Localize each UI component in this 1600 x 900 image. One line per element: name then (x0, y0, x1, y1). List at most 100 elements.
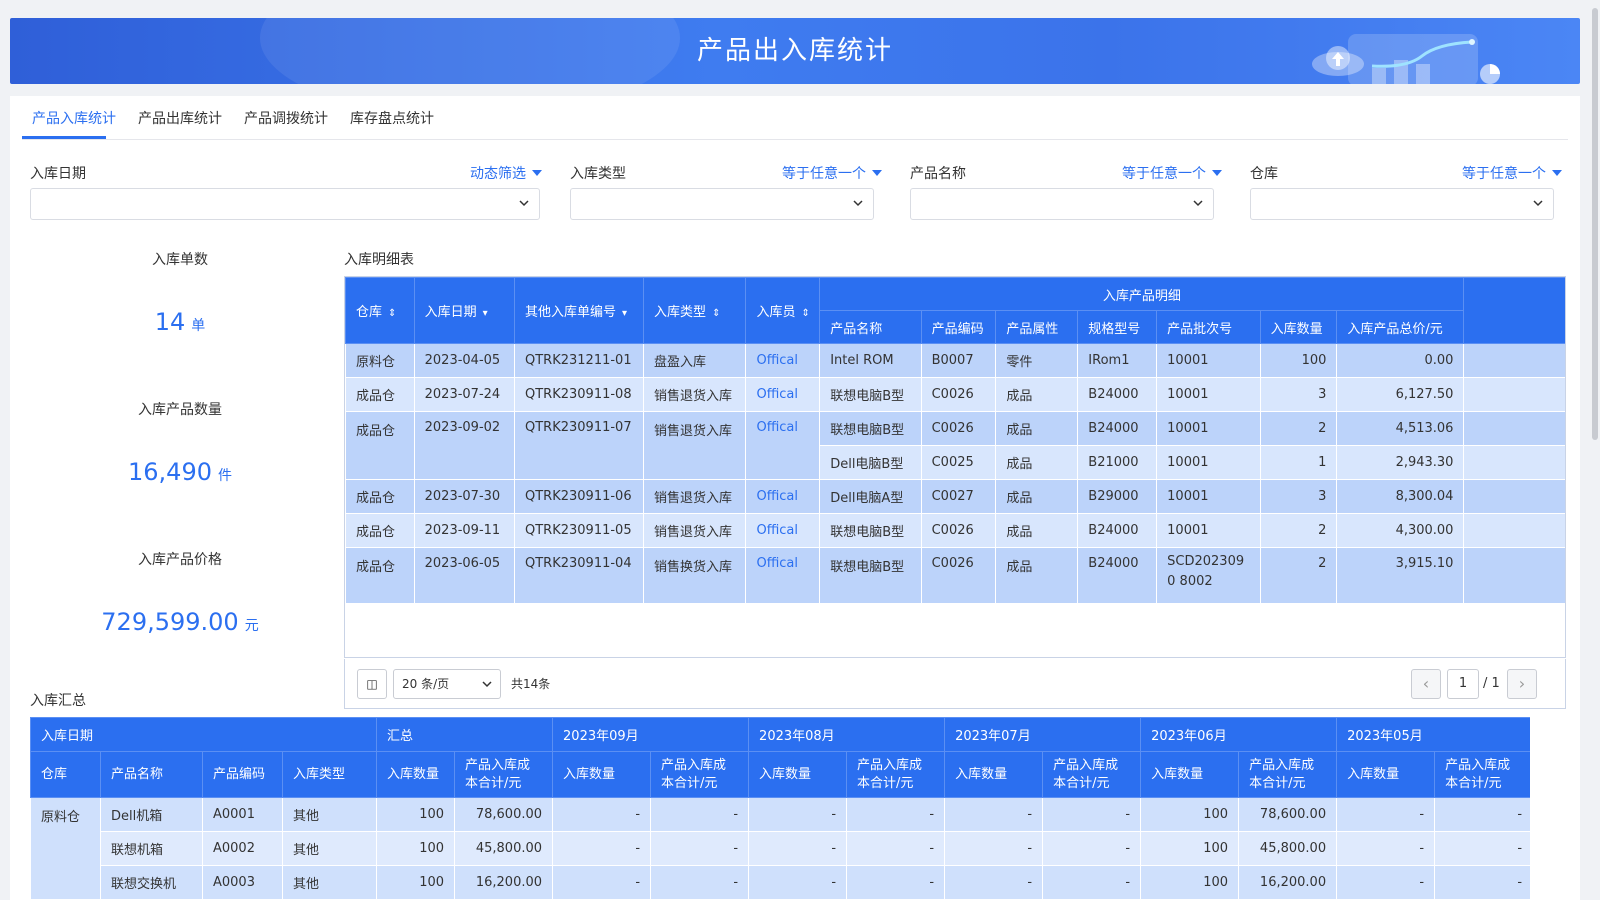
cell-product-code: C0026 (920, 411, 997, 446)
cell-product-attribute: 成品 (995, 513, 1079, 548)
summary-cell: - (1042, 831, 1142, 866)
table-row[interactable]: 成品仓 2023-09-11 QTRK230911-05 销售退货入库 Offi… (345, 513, 1565, 548)
summary-cell: - (552, 831, 652, 866)
column-header-inbound-date[interactable]: 入库日期 ▾ (413, 277, 516, 344)
table-row[interactable]: 成品仓 2023-06-05 QTRK230911-04 销售换货入库 Offi… (345, 547, 1565, 604)
filter-label-warehouse: 仓库 (1250, 166, 1278, 182)
summary-header-month: 2023年05月 (1336, 717, 1530, 752)
tab-inventory-count-stats[interactable]: 库存盘点统计 (350, 108, 434, 128)
cell-total-price: 4,300.00 (1336, 513, 1465, 548)
filter-mode-product-name[interactable]: 等于任意一个 (1122, 163, 1222, 183)
summary-cell: 100 (376, 865, 456, 900)
cell-operator-link[interactable]: Offical (745, 513, 821, 548)
cell-inbound-date: 2023-09-02 (413, 411, 516, 480)
column-header-warehouse[interactable]: 仓库 ⇕ (345, 277, 415, 344)
summary-header-quantity: 入库数量 (552, 751, 652, 798)
caret-down-icon (872, 170, 882, 176)
kpi-label-inbound-orders: 入库单数 (152, 252, 208, 268)
summary-cell: A0003 (202, 865, 283, 900)
table-row[interactable]: 成品仓 2023-09-02 QTRK230911-07 销售退货入库 Offi… (345, 411, 1565, 480)
summary-header-month: 2023年09月 (552, 717, 750, 752)
cell-blank (1463, 343, 1565, 378)
tab-outbound-stats[interactable]: 产品出库统计 (138, 108, 222, 128)
summary-cell: - (748, 831, 848, 866)
column-header-spec-model[interactable]: 规格型号 (1077, 310, 1158, 344)
cell-inbound-date: 2023-07-24 (413, 377, 516, 412)
next-page-button[interactable]: › (1507, 669, 1537, 699)
summary-row[interactable]: 原料仓 Dell机箱 A0001 其他 100 78,600.00- - - - - -100 78,… (30, 797, 1530, 900)
sort-icon[interactable]: ⇕ (388, 308, 396, 319)
summary-header-product-code: 产品编码 (202, 751, 283, 798)
summary-cell: A0002 (202, 831, 283, 866)
page-number-input[interactable]: 1 (1447, 669, 1479, 699)
cell-operator-link[interactable]: Offical (745, 377, 821, 412)
summary-table-title: 入库汇总 (30, 693, 86, 709)
cell-inbound-type: 销售退货入库 (643, 377, 747, 412)
page-size-select[interactable]: 20 条/页 (393, 669, 501, 699)
table-row[interactable]: 原料仓 2023-04-05 QTRK231211-01 盘盈入库 Offica… (345, 343, 1565, 378)
summary-header-month: 2023年08月 (748, 717, 946, 752)
cell-operator-link[interactable]: Offical (745, 547, 821, 604)
summary-cell: - (1336, 797, 1436, 832)
column-header-batch-number[interactable]: 产品批次号 (1156, 310, 1261, 344)
column-header-product-attribute[interactable]: 产品属性 (995, 310, 1079, 344)
cell-spec-model: B24000 (1077, 547, 1158, 604)
summary-header-cost: 产品入库成本合计/元 (1238, 751, 1338, 798)
cell-total-price: 6,127.50 (1336, 377, 1465, 412)
summary-row[interactable]: 联想交换机 A0003 其他 100 16,200.00- - - - - -100 16,200.… (31, 865, 1530, 900)
cell-product-name: 联想电脑B型 (819, 547, 922, 604)
summary-cell: - (1042, 865, 1142, 900)
column-header-operator[interactable]: 入库员 ⇕ (745, 277, 821, 344)
tab-transfer-stats[interactable]: 产品调拨统计 (244, 108, 328, 128)
filter-select-date[interactable] (30, 188, 540, 220)
sort-icon[interactable]: ⇕ (801, 308, 809, 319)
cell-blank (1463, 547, 1565, 604)
cell-product-attribute: 成品 (995, 547, 1079, 604)
sort-desc-icon[interactable]: ▾ (483, 308, 488, 319)
prev-page-button[interactable]: ‹ (1411, 669, 1441, 699)
cell-operator-link[interactable]: Offical (745, 479, 821, 514)
filter-label-inbound-type: 入库类型 (570, 166, 626, 182)
table-row[interactable]: 成品仓 2023-07-30 QTRK230911-06 销售退货入库 Offi… (345, 479, 1565, 514)
column-header-total-price[interactable]: 入库产品总价/元 (1336, 310, 1465, 344)
table-row[interactable]: 成品仓 2023-07-24 QTRK230911-08 销售退货入库 Offi… (345, 377, 1565, 412)
filter-label-product-name: 产品名称 (910, 166, 966, 182)
tab-inbound-stats[interactable]: 产品入库统计 (32, 108, 116, 128)
summary-row[interactable]: 联想机箱 A0002 其他 100 45,800.00- - - - - -100 45,800.0… (31, 831, 1530, 866)
cell-quantity: 2 (1259, 513, 1338, 548)
column-header-inbound-type[interactable]: 入库类型 ⇕ (643, 277, 747, 344)
filter-mode-inbound-type[interactable]: 等于任意一个 (782, 163, 882, 183)
summary-cell: - (846, 831, 946, 866)
summary-cell: - (944, 797, 1044, 832)
cell-operator-link[interactable]: Offical (745, 411, 821, 480)
kpi-value-inbound-quantity: 16,490 件 (128, 458, 232, 486)
cell-spec-model: B21000 (1077, 445, 1158, 480)
column-header-quantity[interactable]: 入库数量 (1259, 310, 1338, 344)
summary-cell: - (1434, 865, 1530, 900)
cell-warehouse: 成品仓 (345, 479, 415, 514)
column-header-product-code[interactable]: 产品编码 (920, 310, 997, 344)
page-scrollbar[interactable] (1592, 8, 1598, 440)
filter-select-inbound-type[interactable] (570, 188, 874, 220)
cell-warehouse: 原料仓 (345, 343, 415, 378)
summary-header-cost: 产品入库成本合计/元 (1434, 751, 1530, 798)
cell-batch-number: 10001 (1156, 377, 1261, 412)
cell-order-number: QTRK231211-01 (513, 343, 645, 378)
filter-select-warehouse[interactable] (1250, 188, 1554, 220)
column-header-order-number[interactable]: 其他入库单编号 ▾ (513, 277, 645, 344)
cell-warehouse: 成品仓 (345, 547, 415, 604)
cell-total-price: 8,300.04 (1336, 479, 1465, 514)
filter-select-product-name[interactable] (910, 188, 1214, 220)
filter-mode-date[interactable]: 动态筛选 (470, 163, 542, 183)
column-header-product-name[interactable]: 产品名称 (819, 310, 922, 344)
cell-batch-number: SCD2023090 8002 (1156, 547, 1261, 604)
sort-desc-icon[interactable]: ▾ (622, 308, 627, 319)
sort-icon[interactable]: ⇕ (712, 308, 720, 319)
column-settings-icon[interactable]: ◫ (357, 669, 387, 699)
cell-product-name: 联想电脑B型 (819, 411, 922, 446)
filter-mode-warehouse[interactable]: 等于任意一个 (1462, 163, 1562, 183)
cell-product-name: 联想电脑B型 (819, 377, 922, 412)
cell-operator-link[interactable]: Offical (745, 343, 821, 378)
column-group-product-detail: 入库产品明细 (819, 277, 1465, 311)
detail-table-title: 入库明细表 (344, 252, 414, 268)
